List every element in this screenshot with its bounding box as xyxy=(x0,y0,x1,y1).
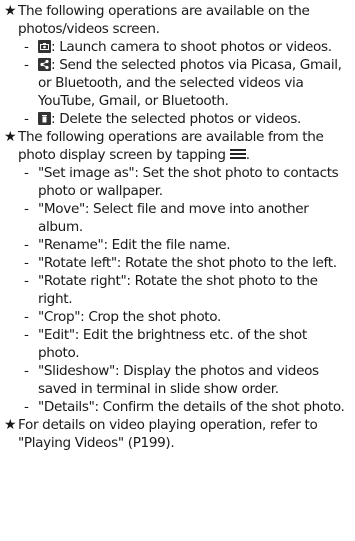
dash-bullet: - xyxy=(24,309,29,325)
operation-list: - : Launch camera to shoot photos or vid… xyxy=(18,38,351,128)
dash-bullet: - xyxy=(24,399,29,415)
dash-bullet: - xyxy=(24,165,29,181)
star-bullet: ★ xyxy=(4,3,17,19)
list-item: - "Move": Select file and move into anot… xyxy=(18,200,351,236)
dash-bullet: - xyxy=(24,237,29,253)
list-item-text: "Edit": Edit the brightness etc. of the … xyxy=(38,327,307,361)
list-item-text: "Rotate left": Rotate the shot photo to … xyxy=(38,255,337,271)
camera-icon xyxy=(38,40,51,53)
share-icon xyxy=(38,58,51,71)
dash-bullet: - xyxy=(24,363,29,379)
list-item-text: "Rotate right": Rotate the shot photo to… xyxy=(38,273,318,307)
star-bullet: ★ xyxy=(4,417,17,433)
list-item: - "Rotate left": Rotate the shot photo t… xyxy=(18,254,351,272)
list-item: - "Rotate right": Rotate the shot photo … xyxy=(18,272,351,308)
list-item: - "Crop": Crop the shot photo. xyxy=(18,308,351,326)
dash-bullet: - xyxy=(24,201,29,217)
list-item-text: : Send the selected photos via Picasa, G… xyxy=(38,57,342,109)
list-item: - : Delete the selected photos or videos… xyxy=(18,110,351,128)
dash-bullet: - xyxy=(24,39,29,55)
list-item-text: "Set image as": Set the shot photo to co… xyxy=(38,165,339,199)
note-intro-suffix: . xyxy=(245,147,250,163)
list-item-text: "Crop": Crop the shot photo. xyxy=(38,309,221,325)
list-item-text: : Delete the selected photos or videos. xyxy=(51,111,301,127)
list-item-text: : Launch camera to shoot photos or video… xyxy=(51,39,332,55)
star-bullet: ★ xyxy=(4,129,17,145)
menu-operation-list: - "Set image as": Set the shot photo to … xyxy=(18,164,351,416)
menu-icon xyxy=(229,146,246,159)
dash-bullet: - xyxy=(24,111,29,127)
list-item: - "Slideshow": Display the photos and vi… xyxy=(18,362,351,398)
note-intro: For details on video playing operation, … xyxy=(18,417,318,451)
list-item: - "Set image as": Set the shot photo to … xyxy=(18,164,351,200)
list-item: - "Rename": Edit the file name. xyxy=(18,236,351,254)
list-item: - : Launch camera to shoot photos or vid… xyxy=(18,38,351,56)
dash-bullet: - xyxy=(24,327,29,343)
note-item: ★ The following operations are available… xyxy=(4,2,351,128)
delete-icon xyxy=(38,112,51,125)
list-item: - "Edit": Edit the brightness etc. of th… xyxy=(18,326,351,362)
list-item-text: "Slideshow": Display the photos and vide… xyxy=(38,363,319,397)
list-item: - "Details": Confirm the details of the … xyxy=(18,398,351,416)
list-item-text: "Details": Confirm the details of the sh… xyxy=(38,399,345,415)
list-item-text: "Rename": Edit the file name. xyxy=(38,237,231,253)
note-item: ★ The following operations are available… xyxy=(4,128,351,416)
dash-bullet: - xyxy=(24,255,29,271)
list-item-text: "Move": Select file and move into anothe… xyxy=(38,201,309,235)
list-item: - : Send the selected photos via Picasa,… xyxy=(18,56,351,110)
note-intro: The following operations are available f… xyxy=(18,128,351,164)
dash-bullet: - xyxy=(24,273,29,289)
note-item: ★ For details on video playing operation… xyxy=(4,416,351,452)
note-intro: The following operations are available o… xyxy=(18,3,310,37)
dash-bullet: - xyxy=(24,57,29,73)
note-intro-text: The following operations are available f… xyxy=(18,129,324,163)
document-body: ★ The following operations are available… xyxy=(0,0,355,452)
